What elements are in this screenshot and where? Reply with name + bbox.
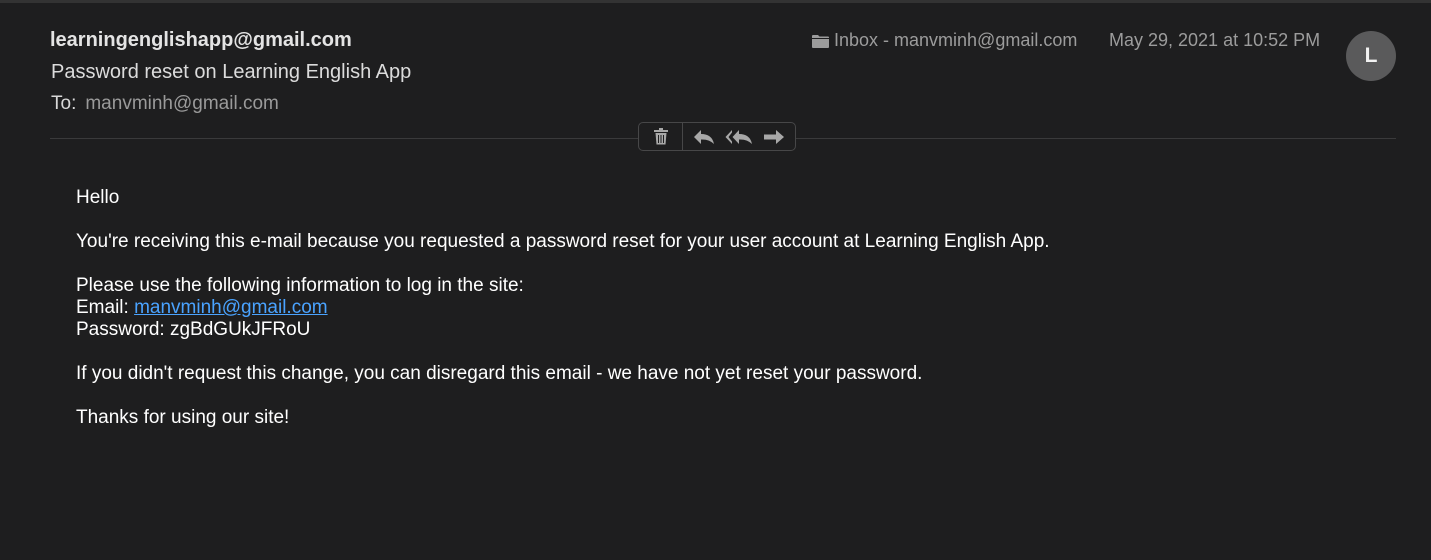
message-header: learningenglishapp@gmail.com Password re… [0, 0, 1431, 140]
body-paragraph-3: If you didn't request this change, you c… [76, 363, 923, 384]
message-toolbar [638, 122, 796, 151]
reply-actions [683, 123, 795, 150]
body-paragraph-2: Please use the following information to … [76, 275, 524, 296]
message-date: May 29, 2021 at 10:52 PM [1109, 30, 1321, 50]
mailbox-label: Inbox - manvminh@gmail.com [834, 30, 1078, 50]
avatar: L [1346, 31, 1396, 81]
email-line: Email: manvminh@gmail.com [76, 297, 1376, 319]
email-label: Email: [76, 297, 135, 318]
recipient-address[interactable]: manvminh@gmail.com [85, 93, 279, 114]
password-value: zgBdGUkJFRoU [169, 319, 311, 340]
password-label: Password: [76, 319, 170, 340]
sender-address[interactable]: learningenglishapp@gmail.com [50, 29, 352, 52]
folder-icon [812, 34, 829, 48]
password-line: Password: zgBdGUkJFRoU [76, 319, 1376, 341]
mailbox-location[interactable]: Inbox - manvminh@gmail.com [812, 30, 1077, 51]
trash-icon [653, 128, 668, 145]
reply-button[interactable] [693, 129, 715, 145]
reply-icon [694, 129, 714, 144]
to-label: To: [51, 93, 77, 114]
recipient-row: To: manvminh@gmail.com [51, 93, 279, 115]
closing-text: Thanks for using our site! [76, 407, 290, 428]
greeting-text: Hello [76, 187, 120, 208]
email-link[interactable]: manvminh@gmail.com [134, 297, 328, 318]
message-body: Hello You're receiving this e-mail becau… [76, 187, 1376, 451]
forward-button[interactable] [763, 129, 785, 145]
avatar-initial: L [1364, 44, 1378, 67]
delete-button[interactable] [639, 123, 683, 150]
body-paragraph-1: You're receiving this e-mail because you… [76, 231, 1050, 252]
forward-icon [764, 129, 784, 144]
reply-all-icon [725, 129, 752, 144]
message-subject: Password reset on Learning English App [51, 61, 412, 83]
reply-all-button[interactable] [725, 129, 753, 145]
